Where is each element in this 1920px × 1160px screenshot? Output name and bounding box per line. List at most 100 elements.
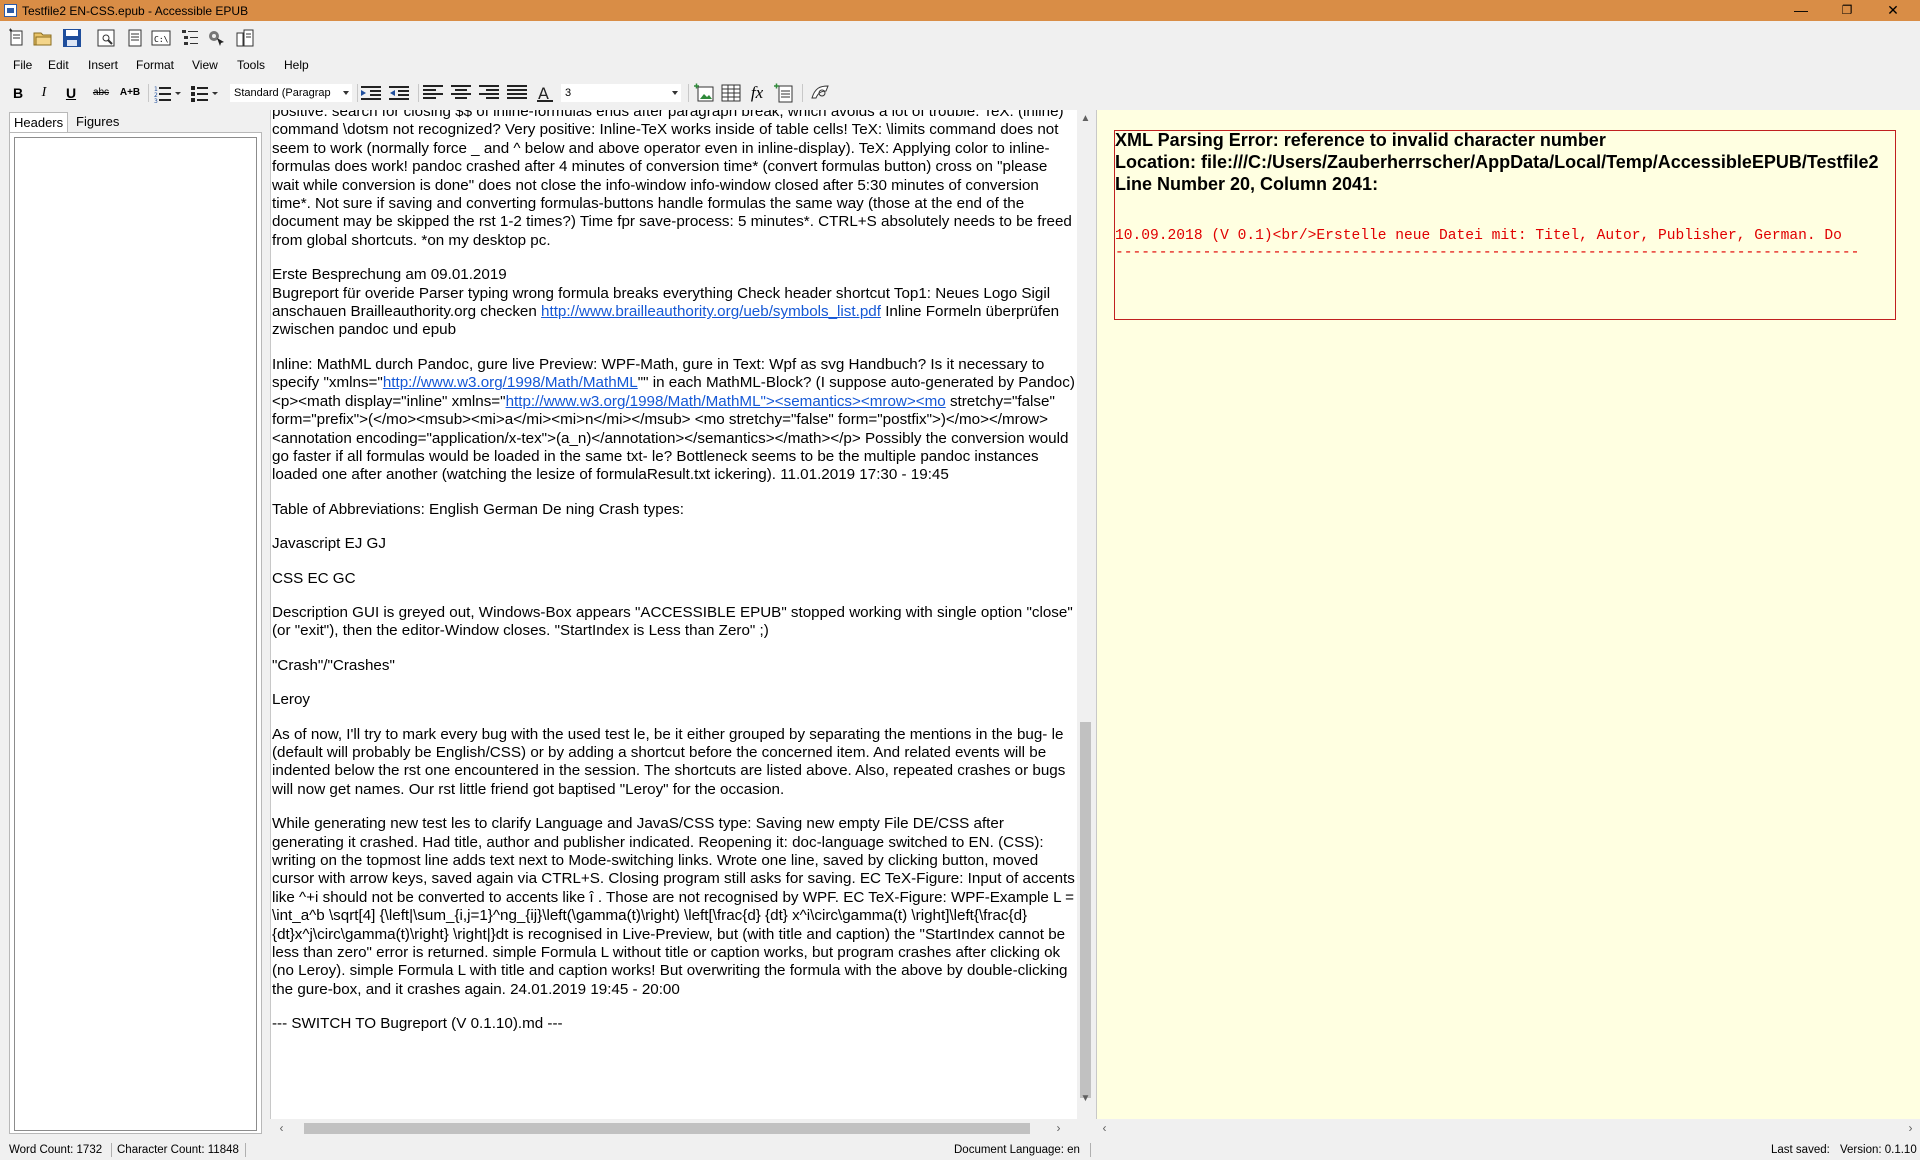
align-left-icon[interactable] xyxy=(423,85,443,101)
editor-paragraph: positive: search for closing $$ of inlin… xyxy=(272,110,1072,249)
menu-tools[interactable]: Tools xyxy=(237,58,265,72)
separator xyxy=(688,84,689,102)
font-size-select[interactable]: 3 xyxy=(561,84,681,102)
xml-error-message: XML Parsing Error: reference to invalid … xyxy=(1115,129,1879,195)
indent-decrease-icon[interactable] xyxy=(387,83,413,103)
document-icon[interactable] xyxy=(124,27,146,49)
underline-button[interactable]: U xyxy=(62,83,80,103)
preview-horizontal-scrollbar[interactable]: ‹ › xyxy=(1096,1119,1920,1137)
minimize-button[interactable]: — xyxy=(1778,0,1824,21)
error-line-number: Line Number 20, Column 2041: xyxy=(1115,174,1379,194)
scroll-left-arrow-icon[interactable]: ‹ xyxy=(273,1119,290,1137)
separator xyxy=(245,1143,246,1157)
menu-bar: File Edit Insert Format View Tools Help xyxy=(0,56,1920,76)
tab-headers[interactable]: Headers xyxy=(9,112,69,133)
paragraph-style-value: Standard (Paragrap xyxy=(234,87,331,99)
editor-paragraph: Erste Besprechung am 09.01.2019 xyxy=(272,266,1075,284)
editor-paragraph: CSS EC GC xyxy=(272,569,356,587)
library-icon[interactable] xyxy=(234,27,256,49)
word-count: Word Count: 1732 xyxy=(9,1144,103,1156)
paragraph-style-select[interactable]: Standard (Paragrap xyxy=(230,84,352,102)
insert-table-icon[interactable] xyxy=(719,83,743,103)
scroll-right-arrow-icon[interactable]: › xyxy=(1050,1119,1067,1137)
svg-text:C:\: C:\ xyxy=(154,35,169,44)
insert-formula-button[interactable]: fx xyxy=(745,83,769,103)
new-file-icon[interactable] xyxy=(6,27,28,49)
editor-content[interactable]: positive: search for closing $$ of inlin… xyxy=(272,110,1075,1050)
link-brailleauthority[interactable]: http://www.brailleauthority.org/ueb/symb… xyxy=(541,303,881,320)
editor-paragraph: Javascript EJ GJ xyxy=(272,535,386,553)
text-editor[interactable]: positive: search for closing $$ of inlin… xyxy=(270,110,1078,1120)
align-right-icon[interactable] xyxy=(479,85,499,101)
accessibility-check-icon[interactable] xyxy=(808,83,832,103)
settings-cursor-icon[interactable] xyxy=(205,27,227,49)
insert-image-icon[interactable] xyxy=(692,83,716,103)
format-toolbar: B I U abc A+B 123 Standard (Paragrap A 3… xyxy=(0,79,1920,107)
editor-paragraph: Bugreport für overide Parser typing wron… xyxy=(272,285,1075,340)
open-file-icon[interactable] xyxy=(32,27,54,49)
font-size-value: 3 xyxy=(565,87,572,99)
menu-view[interactable]: View xyxy=(192,58,218,72)
live-preview-panel: XML Parsing Error: reference to invalid … xyxy=(1096,110,1920,1120)
error-location: Location: file:///C:/Users/Zauberherrsch… xyxy=(1115,152,1879,172)
separator xyxy=(357,84,358,102)
status-bar: Word Count: 1732 Character Count: 11848 … xyxy=(0,1140,1920,1160)
scroll-thumb[interactable] xyxy=(1080,722,1091,1098)
outline-icon[interactable] xyxy=(179,27,201,49)
headers-tree[interactable] xyxy=(14,137,257,1131)
document-language: Document Language: en xyxy=(954,1144,1080,1156)
replace-button[interactable]: A+B xyxy=(117,83,143,103)
link-mathml-namespace[interactable]: http://www.w3.org/1998/Math/MathML xyxy=(383,374,638,391)
align-justify-icon[interactable] xyxy=(507,85,527,101)
editor-paragraph: Inline: MathML durch Pandoc, gure live P… xyxy=(272,356,1075,485)
save-icon[interactable] xyxy=(61,27,83,49)
bullet-list-icon[interactable] xyxy=(190,83,220,103)
app-icon xyxy=(4,4,17,17)
indent-increase-icon[interactable] xyxy=(359,83,385,103)
scroll-right-arrow-icon[interactable]: › xyxy=(1902,1119,1919,1137)
align-center-icon[interactable] xyxy=(451,85,471,101)
editor-horizontal-scrollbar[interactable]: ‹ › xyxy=(270,1119,1077,1137)
separator xyxy=(802,84,803,102)
editor-paragraph: Description GUI is greyed out, Windows-B… xyxy=(272,603,1073,640)
app-version: Version: 0.1.10 xyxy=(1840,1144,1917,1156)
maximize-button[interactable]: ❐ xyxy=(1824,0,1870,21)
editor-vertical-scrollbar[interactable]: ▲ ▼ xyxy=(1077,110,1094,1120)
main-toolbar: C:\ xyxy=(0,22,1920,52)
link-mathml-semantics[interactable]: http://www.w3.org/1998/Math/MathML"><sem… xyxy=(506,393,946,410)
insert-document-icon[interactable] xyxy=(772,83,796,103)
menu-edit[interactable]: Edit xyxy=(48,58,69,72)
title-bar: Testfile2 EN-CSS.epub - Accessible EPUB … xyxy=(0,0,1920,21)
sidebar-panel: Headers Figures xyxy=(9,112,262,1136)
menu-format[interactable]: Format xyxy=(136,58,174,72)
scroll-thumb[interactable] xyxy=(304,1123,1030,1134)
close-button[interactable]: ✕ xyxy=(1870,0,1916,21)
character-count: Character Count: 11848 xyxy=(117,1144,239,1156)
menu-insert[interactable]: Insert xyxy=(88,58,118,72)
error-source-text: 10.09.2018 (V 0.1)<br/>Erstelle neue Dat… xyxy=(1115,227,1859,262)
tab-figures[interactable]: Figures xyxy=(72,112,123,132)
error-source-line: 10.09.2018 (V 0.1)<br/>Erstelle neue Dat… xyxy=(1115,228,1842,244)
chevron-down-icon xyxy=(343,91,349,95)
strikethrough-button[interactable]: abc xyxy=(89,83,113,103)
numbered-list-icon[interactable]: 123 xyxy=(153,83,183,105)
last-saved: Last saved: xyxy=(1771,1144,1830,1156)
scroll-left-arrow-icon[interactable]: ‹ xyxy=(1096,1119,1113,1137)
editor-paragraph: "Crash"/"Crashes" xyxy=(272,656,395,674)
separator xyxy=(418,84,419,102)
editor-paragraph: As of now, I'll try to mark every bug wi… xyxy=(272,725,1066,798)
error-title: XML Parsing Error: reference to invalid … xyxy=(1115,130,1606,150)
window-title: Testfile2 EN-CSS.epub - Accessible EPUB xyxy=(22,4,249,18)
preview-icon[interactable] xyxy=(95,27,117,49)
font-size-icon[interactable]: A xyxy=(534,83,558,103)
editor-paragraph: --- SWITCH TO Bugreport (V 0.1.10).md --… xyxy=(272,1015,563,1033)
menu-help[interactable]: Help xyxy=(284,58,309,72)
menu-file[interactable]: File xyxy=(13,58,32,72)
scroll-up-arrow-icon[interactable]: ▲ xyxy=(1077,110,1094,127)
error-pointer-line: ----------------------------------------… xyxy=(1115,245,1860,261)
code-view-icon[interactable]: C:\ xyxy=(150,27,172,49)
separator xyxy=(1090,1143,1091,1157)
italic-button[interactable]: I xyxy=(35,83,53,103)
scroll-down-arrow-icon[interactable]: ▼ xyxy=(1077,1090,1094,1107)
bold-button[interactable]: B xyxy=(9,83,27,103)
